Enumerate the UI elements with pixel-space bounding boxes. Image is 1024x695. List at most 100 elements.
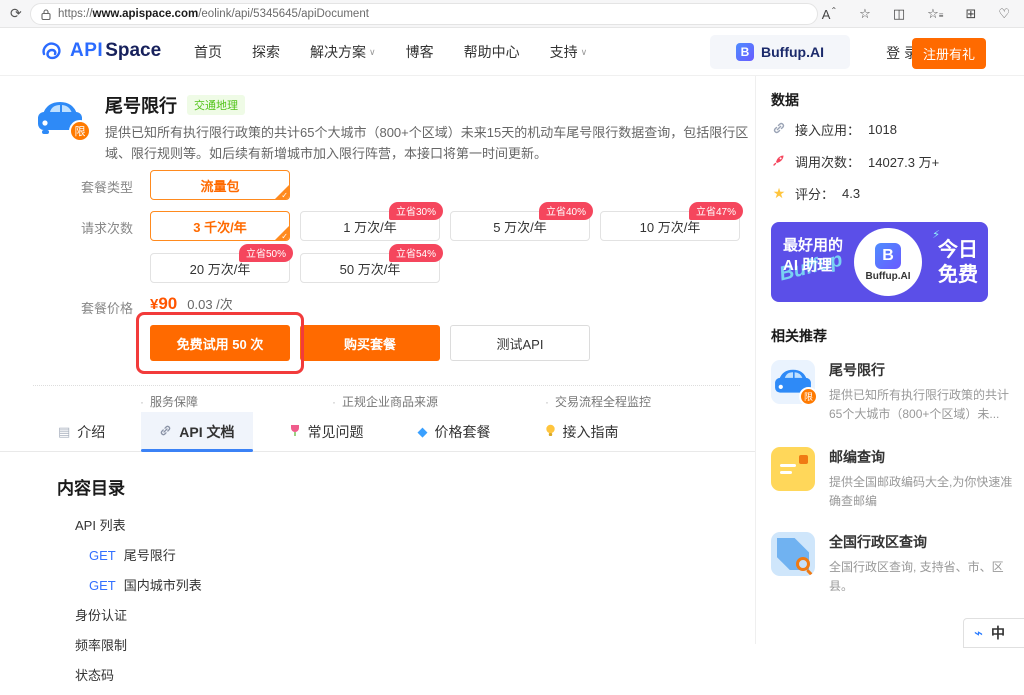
nav-support[interactable]: 支持∨ (550, 42, 588, 62)
buffup-logo-icon: B (875, 243, 901, 269)
stat-value: 4.3 (842, 186, 860, 201)
content-directory: 内容目录 API 列表 GET尾号限行 GET国内城市列表 身份认证 频率限制 … (57, 474, 202, 695)
collections-icon[interactable]: ⊞ (965, 6, 976, 22)
map-search-icon (771, 532, 815, 576)
address-bar[interactable]: https://www.apispace.com/eolink/api/5345… (30, 3, 818, 25)
ime-logo-icon: ⌁ (974, 624, 983, 642)
toc-rate-limit[interactable]: 频率限制 (57, 635, 202, 654)
category-tag[interactable]: 交通地理 (187, 95, 245, 115)
free-trial-button[interactable]: 免费试用 50 次 (150, 325, 290, 361)
stat-value: 1018 (868, 122, 897, 137)
buffup-logo-icon: B (736, 43, 754, 61)
nav-explore[interactable]: 探索 (252, 42, 280, 62)
url-path: /eolink/api/5345645/apiDocument (198, 8, 369, 20)
discount-badge: 立省30% (389, 202, 443, 220)
divider (33, 385, 740, 386)
nav-solutions[interactable]: 解决方案∨ (310, 42, 376, 62)
check-icon: ✓ (281, 191, 288, 200)
document-icon: ▤ (58, 425, 70, 438)
http-method: GET (89, 548, 116, 563)
related-desc: 提供全国邮政编码大全,为你快速准确查邮编 (829, 473, 1014, 511)
logo-text-space: Space (105, 40, 161, 62)
related-desc: 全国行政区查询, 支持省、市、区县。 (829, 558, 1014, 596)
favorite-star-icon[interactable]: ☆ (859, 6, 871, 22)
apispace-logo[interactable]: API Space (40, 39, 161, 63)
tab-pricing[interactable]: ◆ 价格套餐 (400, 412, 509, 451)
option-500k-per-year[interactable]: 50 万次/年 立省54% (300, 253, 440, 283)
related-section-title: 相关推荐 (771, 326, 827, 346)
toc-api-list[interactable]: API 列表 (57, 515, 202, 534)
stat-rating: ★ 评分：4.3 (771, 184, 860, 203)
link-icon (771, 121, 787, 138)
related-title: 邮编查询 (829, 447, 1014, 467)
diamond-icon: ◆ (418, 425, 428, 438)
buy-package-button[interactable]: 购买套餐 (300, 325, 440, 361)
rocket-icon (771, 153, 787, 170)
stat-value: 14027.3 万+ (868, 152, 939, 171)
nav-help-center[interactable]: 帮助中心 (464, 42, 520, 62)
discount-badge: 立省54% (389, 244, 443, 262)
toc-status-codes[interactable]: 状态码 (57, 665, 202, 684)
related-item-zipcode[interactable]: 邮编查询 提供全国邮政编码大全,为你快速准确查邮编 (771, 447, 1014, 511)
buffup-promo-banner[interactable]: 最好用的 AI 助理 Buffup B Buffup.AI ⚡ 今日 免费 (771, 222, 988, 302)
discount-badge: 立省47% (689, 202, 743, 220)
discount-badge: 立省50% (239, 244, 293, 262)
star-icon: ★ (771, 185, 787, 202)
url-scheme: https:// (58, 8, 93, 20)
tab-guide[interactable]: 接入指南 (527, 412, 637, 451)
favorites-list-icon[interactable]: ☆≡ (927, 6, 943, 22)
toc-get-city-list[interactable]: GET国内城市列表 (57, 575, 202, 594)
related-item-restriction[interactable]: 限 尾号限行 提供已知所有执行限行政策的共计65个大城市（800+个区域）未..… (771, 360, 1014, 424)
related-desc: 提供已知所有执行限行政策的共计65个大城市（800+个区域）未... (829, 386, 1014, 424)
toc-title: 内容目录 (57, 474, 202, 499)
refresh-icon[interactable]: ⟳ (10, 5, 22, 22)
split-screen-icon[interactable]: ◫ (893, 6, 905, 22)
option-10k-per-year[interactable]: 1 万次/年 立省30% (300, 211, 440, 241)
banner-right-text: 今日 免费 (938, 238, 978, 288)
option-200k-per-year[interactable]: 20 万次/年 立省50% (150, 253, 290, 283)
toc-get-restriction[interactable]: GET尾号限行 (57, 545, 202, 564)
restriction-badge: 限 (799, 387, 818, 406)
option-50k-per-year[interactable]: 5 万次/年 立省40% (450, 211, 590, 241)
http-method: GET (89, 578, 116, 593)
tab-api-doc[interactable]: API 文档 (141, 412, 252, 451)
request-count-label: 请求次数 (33, 218, 133, 237)
package-type-label: 套餐类型 (33, 177, 133, 196)
read-aloud-icon[interactable]: A⌃ (822, 6, 837, 21)
tab-bar: ▤ 介绍 API 文档 常见问题 ◆ 价格套餐 接入指南 (0, 412, 755, 452)
data-section-title: 数据 (771, 90, 799, 110)
related-title: 全国行政区查询 (829, 532, 1014, 552)
site-header: API Space 首页 探索 解决方案∨ 博客 帮助中心 支持∨ B Buff… (0, 28, 1024, 76)
product-icon: 限 (33, 90, 87, 144)
guarantee-monitor: ·交易流程全程监控 (545, 393, 651, 410)
product-title: 尾号限行 (105, 92, 177, 118)
url-host: www.apispace.com (93, 8, 199, 20)
price-value: ¥900.03 /次 (150, 294, 233, 314)
envelope-icon (771, 447, 815, 491)
buffup-ai-entry[interactable]: B Buffup.AI (710, 35, 850, 69)
check-icon: ✓ (281, 232, 288, 241)
link-icon (159, 424, 172, 439)
guarantee-source: ·正规企业商品来源 (332, 393, 438, 410)
unit-price: 0.03 /次 (187, 297, 233, 312)
flower-icon (289, 424, 301, 439)
logo-text-api: API (70, 40, 103, 62)
chevron-down-icon: ∨ (581, 47, 588, 58)
chevron-down-icon: ∨ (369, 47, 376, 58)
main-content: 限 尾号限行 交通地理 提供已知所有执行限行政策的共计65个大城市（800+个区… (0, 76, 755, 644)
nav-blog[interactable]: 博客 (406, 42, 434, 62)
option-3k-per-year[interactable]: 3 千次/年✓ (150, 211, 290, 241)
test-api-button[interactable]: 测试API (450, 325, 590, 361)
register-button[interactable]: 注册有礼 (912, 38, 986, 69)
url-text: https://www.apispace.com/eolink/api/5345… (58, 8, 369, 20)
option-100k-per-year[interactable]: 10 万次/年 立省47% (600, 211, 740, 241)
related-item-districts[interactable]: 全国行政区查询 全国行政区查询, 支持省、市、区县。 (771, 532, 1014, 596)
restriction-badge: 限 (69, 120, 91, 142)
related-title: 尾号限行 (829, 360, 1014, 380)
toc-auth[interactable]: 身份认证 (57, 605, 202, 624)
nav-home[interactable]: 首页 (194, 42, 222, 62)
package-type-option-selected[interactable]: 流量包✓ (150, 170, 290, 200)
tab-intro[interactable]: ▤ 介绍 (40, 412, 123, 451)
browser-essentials-icon[interactable]: ♡ (998, 6, 1010, 22)
tab-faq[interactable]: 常见问题 (271, 412, 382, 451)
